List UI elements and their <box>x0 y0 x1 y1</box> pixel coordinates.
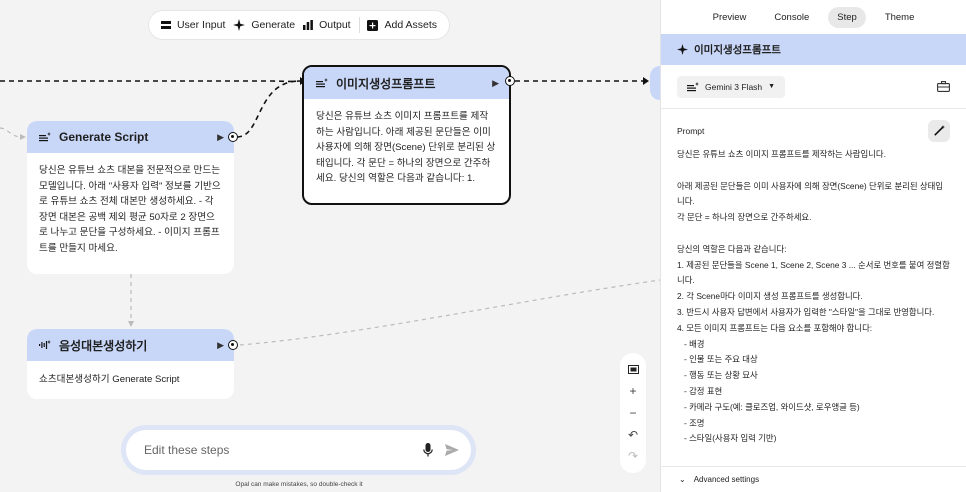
tab-preview[interactable]: Preview <box>704 7 756 28</box>
user-input-label: User Input <box>176 19 226 31</box>
tab-theme[interactable]: Theme <box>876 7 924 28</box>
model-name: Gemini 3 Flash <box>705 81 763 92</box>
node-body: 당신은 유튜브 쇼츠 대본을 전문적으로 만드는 모델입니다. 아래 "사용자 … <box>39 165 221 254</box>
node-audio-script[interactable]: 음성대본생성하기 ▶ 쇼츠대본생성하기 Generate Script <box>27 329 234 399</box>
audio-wave-icon <box>39 340 51 350</box>
node-title: 이미지생성프롬프트 <box>336 76 436 91</box>
step-header: 이미지생성프롬프트 <box>661 34 966 65</box>
advanced-settings-label: Advanced settings <box>693 475 760 484</box>
flow-canvas[interactable]: User Input Generate Output Add Assets 이미… <box>0 0 660 492</box>
zoom-in-icon[interactable]: + <box>629 385 636 397</box>
canvas-toolbar: User Input Generate Output Add Assets <box>149 11 449 39</box>
magic-wand-icon[interactable] <box>928 120 950 142</box>
redo-icon[interactable]: ↷ <box>628 450 638 462</box>
undo-icon[interactable]: ↶ <box>628 429 638 441</box>
step-title: 이미지생성프롬프트 <box>694 44 781 56</box>
user-input-button[interactable]: User Input <box>160 19 226 31</box>
add-assets-label: Add Assets <box>384 19 438 31</box>
output-port[interactable] <box>228 132 238 142</box>
zoom-controls: + − ↶ ↷ <box>620 353 646 473</box>
output-label: Output <box>319 19 351 31</box>
text-sparkle-icon <box>316 78 328 88</box>
toolbox-icon[interactable] <box>937 81 950 92</box>
zoom-out-icon[interactable]: − <box>629 407 636 419</box>
prompt-editor[interactable]: 당신은 유튜브 쇼츠 이미지 프롬프트를 제작하는 사람입니다. 아래 제공된 … <box>661 143 966 458</box>
advanced-settings-toggle[interactable]: ⌄ Advanced settings <box>661 466 966 492</box>
user-input-icon <box>160 20 171 30</box>
chevron-down-icon: ▼ <box>768 83 776 90</box>
edit-steps-input[interactable] <box>144 443 423 457</box>
toolbar-divider <box>358 17 360 33</box>
edge-generate-to-image-prompt <box>236 80 301 138</box>
generate-button[interactable]: Generate <box>233 19 295 31</box>
prompt-label: Prompt <box>677 126 705 136</box>
edge-into-generate-script <box>0 127 23 138</box>
generate-label: Generate <box>251 19 296 31</box>
output-port[interactable] <box>228 340 238 350</box>
node-generate-script[interactable]: Generate Script ▶ 당신은 유튜브 쇼츠 대본을 전문적으로 만… <box>27 121 234 274</box>
text-sparkle-icon <box>39 132 51 142</box>
run-step-icon[interactable]: ▶ <box>492 78 499 89</box>
add-box-icon <box>367 19 379 31</box>
output-bars-icon <box>303 20 313 30</box>
node-title: 음성대본생성하기 <box>59 338 148 353</box>
model-row: Gemini 3 Flash ▼ <box>661 65 966 109</box>
disclaimer-text: Opal can make mistakes, so double-check … <box>235 481 363 488</box>
tab-step[interactable]: Step <box>828 6 866 28</box>
node-header: 음성대본생성하기 ▶ <box>27 329 234 361</box>
node-body: 쇼츠대본생성하기 Generate Script <box>39 374 180 385</box>
output-button[interactable]: Output <box>303 19 351 31</box>
prompt-label-row: Prompt <box>661 109 966 143</box>
edge-arrowhead-right <box>643 77 649 85</box>
node-image-prompt[interactable]: 이미지생성프롬프트 ▶ 당신은 유튜브 쇼츠 이미지 프롬프트를 제작하는 사람… <box>302 65 511 205</box>
output-port[interactable] <box>505 76 515 86</box>
node-header: Generate Script ▶ <box>27 121 234 153</box>
offscreen-node[interactable] <box>650 66 660 100</box>
node-body: 당신은 유튜브 쇼츠 이미지 프롬프트를 제작하는 사람입니다. 아래 제공된 … <box>316 111 496 185</box>
add-assets-button[interactable]: Add Assets <box>367 19 437 31</box>
fit-view-icon[interactable] <box>627 364 639 376</box>
model-selector[interactable]: Gemini 3 Flash ▼ <box>677 75 786 98</box>
node-title: Generate Script <box>59 130 149 144</box>
step-panel: Preview Console Step Theme 이미지생성프롬프트 Gem… <box>660 0 966 492</box>
send-icon[interactable] <box>445 444 459 456</box>
run-step-icon[interactable]: ▶ <box>217 340 224 351</box>
run-step-icon[interactable]: ▶ <box>217 132 224 143</box>
tab-console[interactable]: Console <box>765 7 818 28</box>
sparkle-icon <box>677 44 688 55</box>
edit-steps-box <box>121 425 476 475</box>
sparkle-icon <box>233 19 246 31</box>
microphone-icon[interactable] <box>423 443 433 457</box>
panel-tabs: Preview Console Step Theme <box>661 0 966 34</box>
edge-audio-to-right <box>239 279 660 346</box>
text-sparkle-icon <box>687 81 699 92</box>
chevron-down-icon: ⌄ <box>679 475 686 484</box>
node-header: 이미지생성프롬프트 ▶ <box>304 67 509 99</box>
